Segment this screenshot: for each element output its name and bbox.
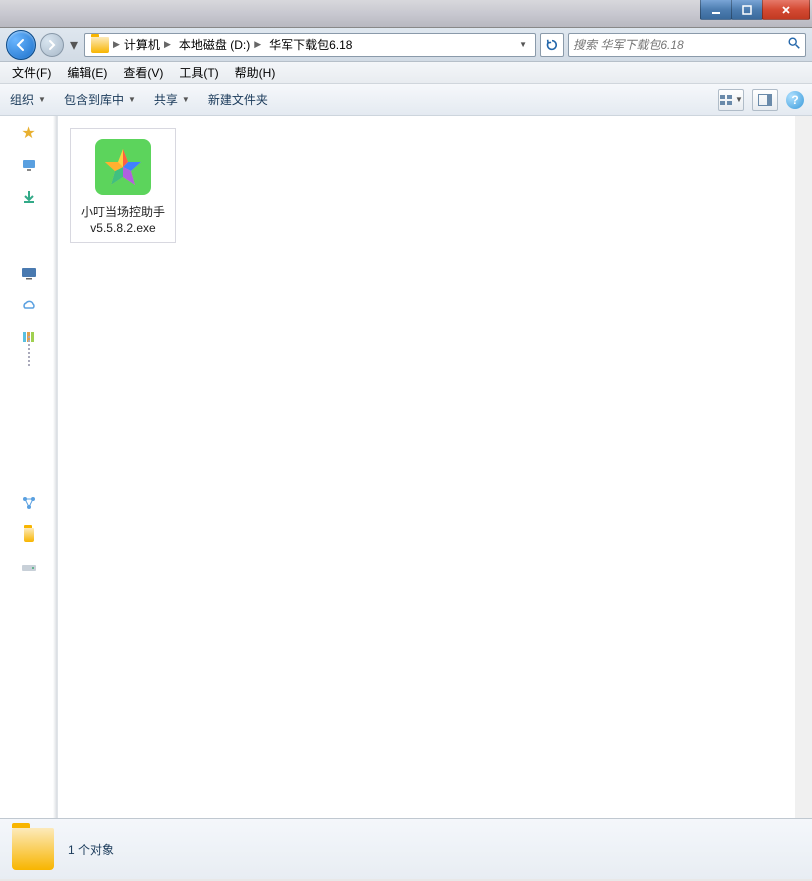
item-count: 1 个对象 — [68, 841, 114, 858]
address-row: ▾ ▶ 计算机 ▶ 本地磁盘 (D:) ▶ 华军下载包6.18 ▼ — [0, 28, 812, 62]
organize-label: 组织 — [10, 91, 34, 108]
crumb-computer[interactable]: 计算机 ▶ — [120, 36, 175, 53]
menu-view[interactable]: 查看(V) — [115, 62, 171, 83]
file-name-line2: v5.5.8.2.exe — [90, 221, 155, 235]
cloud-icon[interactable] — [20, 296, 38, 314]
toolbar-right: ▼ ? — [718, 89, 804, 111]
favorites-icon[interactable]: ★ — [20, 124, 38, 142]
organize-button[interactable]: 组织 ▼ — [8, 88, 48, 111]
chevron-right-icon: ▶ — [164, 39, 171, 50]
chevron-right-icon: ▶ — [113, 39, 120, 50]
window-controls — [701, 0, 810, 20]
new-folder-button[interactable]: 新建文件夹 — [206, 88, 270, 111]
vertical-scrollbar[interactable] — [795, 116, 812, 818]
navigation-pane[interactable]: ★ — [0, 116, 58, 818]
downloads-icon[interactable] — [20, 188, 38, 206]
crumb-label: 计算机 — [124, 36, 160, 53]
preview-pane-button[interactable] — [752, 89, 778, 111]
desktop-icon[interactable] — [20, 156, 38, 174]
chevron-down-icon: ▼ — [128, 95, 136, 104]
crumb-folder[interactable]: 华军下载包6.18 — [265, 36, 356, 53]
forward-button[interactable] — [40, 33, 64, 57]
menu-edit[interactable]: 编辑(E) — [59, 62, 115, 83]
newfolder-label: 新建文件夹 — [208, 91, 268, 108]
file-item[interactable]: 小叮当场控助手 v5.5.8.2.exe — [70, 128, 176, 243]
crumb-label: 本地磁盘 (D:) — [179, 36, 250, 53]
toolbar: 组织 ▼ 包含到库中 ▼ 共享 ▼ 新建文件夹 ▼ ? — [0, 84, 812, 116]
toolbar-left: 组织 ▼ 包含到库中 ▼ 共享 ▼ 新建文件夹 — [8, 88, 270, 111]
pane-splitter[interactable] — [53, 116, 57, 818]
splitter-grip[interactable] — [26, 336, 32, 376]
crumb-label: 华军下载包6.18 — [269, 36, 352, 53]
share-label: 共享 — [154, 91, 178, 108]
close-button[interactable] — [762, 0, 810, 20]
include-label: 包含到库中 — [64, 91, 124, 108]
address-bar[interactable]: ▶ 计算机 ▶ 本地磁盘 (D:) ▶ 华军下载包6.18 ▼ — [84, 33, 536, 57]
chevron-down-icon: ▼ — [182, 95, 190, 104]
folder-icon — [91, 37, 109, 53]
view-mode-button[interactable]: ▼ — [718, 89, 744, 111]
help-button[interactable]: ? — [786, 91, 804, 109]
menu-tools[interactable]: 工具(T) — [171, 62, 226, 83]
details-pane: 1 个对象 — [0, 819, 812, 879]
file-name-line1: 小叮当场控助手 — [81, 205, 165, 219]
maximize-button[interactable] — [731, 0, 763, 20]
network-icon[interactable] — [20, 494, 38, 512]
main-area: ★ — [0, 116, 812, 819]
folder-tree-icon[interactable] — [20, 526, 38, 544]
back-button[interactable] — [6, 30, 36, 60]
menubar: 文件(F) 编辑(E) 查看(V) 工具(T) 帮助(H) — [0, 62, 812, 84]
crumb-drive[interactable]: 本地磁盘 (D:) ▶ — [175, 36, 265, 53]
search-input[interactable] — [573, 38, 783, 52]
chevron-right-icon: ▶ — [254, 39, 261, 50]
nav-history-dropdown[interactable]: ▾ — [68, 35, 80, 55]
minimize-button[interactable] — [700, 0, 732, 20]
file-name: 小叮当场控助手 v5.5.8.2.exe — [81, 205, 165, 236]
chevron-down-icon: ▼ — [735, 95, 743, 104]
include-library-button[interactable]: 包含到库中 ▼ — [62, 88, 138, 111]
menu-file[interactable]: 文件(F) — [4, 62, 59, 83]
menu-help[interactable]: 帮助(H) — [227, 62, 284, 83]
chevron-down-icon: ▼ — [38, 95, 46, 104]
address-dropdown[interactable]: ▼ — [513, 40, 533, 49]
file-list[interactable]: 小叮当场控助手 v5.5.8.2.exe — [58, 116, 812, 818]
drive-icon[interactable] — [20, 558, 38, 576]
computer-icon[interactable] — [20, 264, 38, 282]
search-box[interactable] — [568, 33, 806, 57]
titlebar — [0, 0, 812, 28]
folder-large-icon — [12, 828, 54, 870]
refresh-button[interactable] — [540, 33, 564, 57]
search-icon[interactable] — [787, 36, 801, 53]
exe-icon — [91, 135, 155, 199]
share-button[interactable]: 共享 ▼ — [152, 88, 192, 111]
